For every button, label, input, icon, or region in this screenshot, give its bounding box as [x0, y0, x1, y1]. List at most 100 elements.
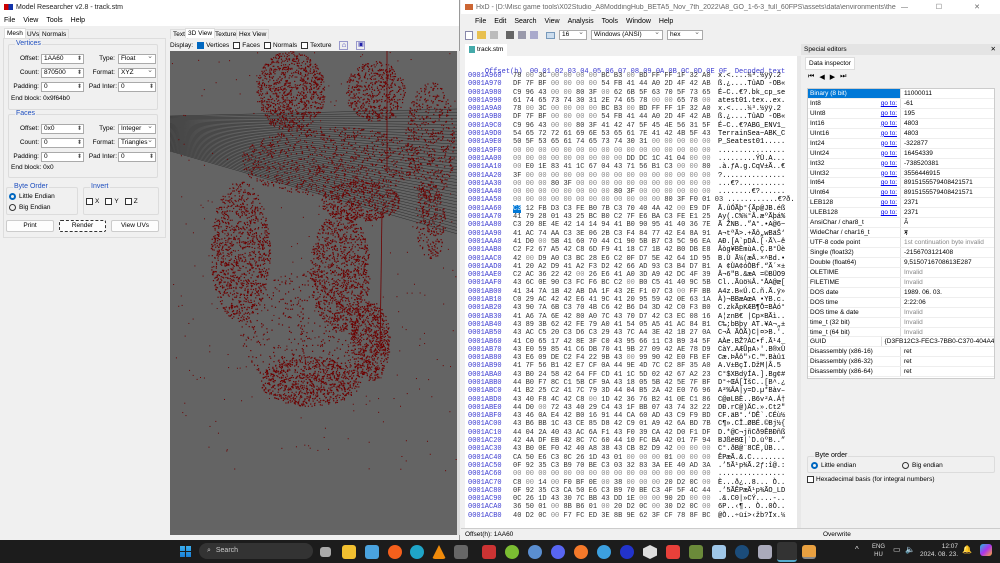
faces-count-input[interactable]: 0: [41, 138, 84, 148]
hex-byte[interactable]: 26: [526, 495, 534, 503]
hex-byte[interactable]: 5F: [677, 89, 685, 97]
hex-byte[interactable]: 92: [526, 462, 534, 470]
hex-byte[interactable]: A2: [538, 263, 546, 271]
row-bytes[interactable]: 00 E0 1E 83 41 1C 67 04 43 71 56 B1 C3 0…: [513, 163, 718, 171]
row-decoded-text[interactable]: .’5Ã¹p¾Ã.2ƒ:î@.:: [718, 462, 785, 470]
charset-select[interactable]: Windows (ANSI): [591, 29, 663, 40]
hex-row[interactable]: 0001AC70 C8 00 14 00 F0 BF 0E 00 38 00 00…: [468, 479, 795, 487]
hex-byte[interactable]: 73: [601, 138, 609, 146]
hex-byte[interactable]: 2A: [652, 387, 660, 395]
hex-byte[interactable]: 00: [652, 180, 660, 188]
hex-byte[interactable]: 60: [576, 238, 584, 246]
hex-byte[interactable]: C3: [664, 338, 672, 346]
hex-byte[interactable]: 67: [677, 371, 685, 379]
hex-byte[interactable]: F1: [690, 429, 698, 437]
file-explorer-icon[interactable]: [342, 545, 356, 559]
hex-byte[interactable]: 00: [589, 147, 597, 155]
hex-byte[interactable]: 3F: [589, 338, 597, 346]
hex-byte[interactable]: 07: [652, 404, 660, 412]
properties-icon[interactable]: [506, 31, 514, 39]
hex-byte[interactable]: A0: [652, 113, 660, 121]
hex-byte[interactable]: 00: [652, 479, 660, 487]
hex-byte[interactable]: 00: [551, 72, 559, 80]
hex-byte[interactable]: 0E: [538, 279, 546, 287]
hex-byte[interactable]: B5: [639, 387, 647, 395]
row-bytes[interactable]: 3F 00 00 00 00 00 00 00 00 00 00 00 00 0…: [513, 172, 718, 180]
hex-byte[interactable]: 00: [702, 147, 710, 155]
hex-byte[interactable]: 00: [626, 147, 634, 155]
row-decoded-text[interactable]: C‰;bBþy AT.¥A¬„±: [718, 321, 785, 329]
hex-byte[interactable]: 42: [664, 445, 672, 453]
inspector-value[interactable]: 4803: [901, 129, 918, 138]
hex-byte[interactable]: 41: [614, 246, 622, 254]
row-decoded-text[interactable]: A4z.B«Ú.C.ñ.Ã.ÿ»: [718, 288, 785, 296]
hex-byte[interactable]: C0: [677, 304, 685, 312]
open-file-icon[interactable]: [477, 31, 486, 39]
hex-byte[interactable]: 00: [614, 470, 622, 478]
row-bytes[interactable]: 00 00 00 00 00 00 00 00 00 00 00 00 00 0…: [513, 147, 718, 155]
hex-byte[interactable]: 35: [538, 462, 546, 470]
app-icon-7[interactable]: [454, 545, 468, 559]
hex-byte[interactable]: 1D: [589, 454, 597, 462]
inspector-value[interactable]: 2371: [901, 208, 918, 217]
hex-byte[interactable]: CA: [563, 487, 571, 495]
hex-byte[interactable]: 56: [538, 362, 546, 370]
hex-byte[interactable]: 0A: [601, 362, 609, 370]
hex-byte[interactable]: 00: [690, 172, 698, 180]
hex-byte[interactable]: 00: [538, 188, 546, 196]
hex-byte[interactable]: B6: [626, 304, 634, 312]
hex-byte[interactable]: 43: [601, 454, 609, 462]
hex-byte[interactable]: B1: [551, 362, 559, 370]
hex-byte[interactable]: 00: [551, 470, 559, 478]
hex-byte[interactable]: 44: [614, 387, 622, 395]
hex-byte[interactable]: BD: [702, 412, 710, 420]
hex-byte[interactable]: D2: [677, 479, 685, 487]
row-decoded-text[interactable]: x.<....¼³.½ÿÿ.2: [718, 105, 785, 113]
hex-byte[interactable]: 65: [538, 338, 546, 346]
hex-byte[interactable]: 1C: [652, 155, 660, 163]
hex-byte[interactable]: 00: [526, 105, 534, 113]
hex-byte[interactable]: 43: [513, 420, 521, 428]
hex-byte[interactable]: 85: [551, 346, 559, 354]
hex-byte[interactable]: BF: [538, 80, 546, 88]
hex-byte[interactable]: C3: [563, 255, 571, 263]
hex-byte[interactable]: C9: [513, 89, 521, 97]
display-texture-checkbox[interactable]: Texture: [301, 41, 331, 49]
hex-byte[interactable]: 41: [626, 113, 634, 121]
hex-byte[interactable]: 60: [601, 437, 609, 445]
hex-byte[interactable]: B0: [626, 221, 634, 229]
hex-byte[interactable]: 45: [652, 122, 660, 130]
hex-byte[interactable]: 00: [563, 122, 571, 130]
hex-byte[interactable]: 7C: [652, 362, 660, 370]
hex-byte[interactable]: 00: [563, 89, 571, 97]
hex-byte[interactable]: 00: [677, 138, 685, 146]
inspector-row[interactable]: FILETIME Invalid: [808, 277, 994, 288]
inspector-row[interactable]: Disassembly (x86-16) ret: [808, 347, 994, 358]
hex-byte[interactable]: 41: [563, 238, 571, 246]
hex-byte[interactable]: 1B: [677, 329, 685, 337]
print-button[interactable]: Print: [6, 220, 54, 232]
hex-byte[interactable]: 00: [551, 512, 559, 520]
hex-byte[interactable]: 8C: [551, 379, 559, 387]
goto-link[interactable]: go to:: [881, 109, 897, 118]
hex-byte[interactable]: 00: [551, 172, 559, 180]
hex-byte[interactable]: 93: [652, 263, 660, 271]
hex-byte[interactable]: 16: [589, 412, 597, 420]
hex-byte[interactable]: 00: [538, 172, 546, 180]
hex-byte[interactable]: 42: [614, 304, 622, 312]
hex-byte[interactable]: A5: [652, 321, 660, 329]
hex-byte[interactable]: 70: [589, 238, 597, 246]
hex-byte[interactable]: 0F: [513, 487, 521, 495]
hex-byte[interactable]: 31: [690, 122, 698, 130]
hex-byte[interactable]: C7: [639, 246, 647, 254]
hex-byte[interactable]: C3: [513, 204, 522, 213]
hex-byte[interactable]: 9C: [690, 279, 698, 287]
hex-byte[interactable]: 96: [702, 387, 710, 395]
hex-byte[interactable]: 00: [551, 105, 559, 113]
photos-icon[interactable]: [365, 545, 379, 559]
hex-byte[interactable]: 6D: [589, 246, 597, 254]
hex-row[interactable]: 0001AB40 43 89 3B 62 42 FE 79 A0 41 54 05…: [468, 321, 795, 329]
hex-byte[interactable]: B1: [702, 321, 710, 329]
row-decoded-text[interactable]: ...€?...........: [718, 180, 785, 188]
tab-data-inspector[interactable]: Data inspector: [805, 57, 855, 70]
